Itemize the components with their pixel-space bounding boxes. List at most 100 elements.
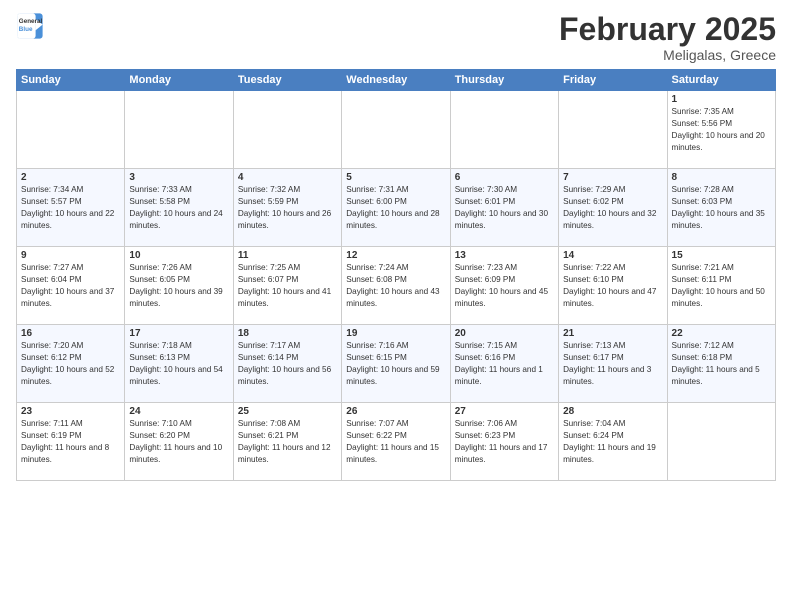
week-row-5: 23Sunrise: 7:11 AM Sunset: 6:19 PM Dayli…	[17, 403, 776, 481]
day-number: 19	[346, 328, 445, 339]
day-number: 15	[672, 250, 771, 261]
table-cell	[450, 91, 558, 169]
calendar-table: Sunday Monday Tuesday Wednesday Thursday…	[16, 69, 776, 481]
day-info: Sunrise: 7:30 AM Sunset: 6:01 PM Dayligh…	[455, 184, 554, 232]
day-info: Sunrise: 7:08 AM Sunset: 6:21 PM Dayligh…	[238, 418, 337, 466]
day-number: 18	[238, 328, 337, 339]
day-number: 20	[455, 328, 554, 339]
day-info: Sunrise: 7:24 AM Sunset: 6:08 PM Dayligh…	[346, 262, 445, 310]
table-cell: 19Sunrise: 7:16 AM Sunset: 6:15 PM Dayli…	[342, 325, 450, 403]
day-number: 16	[21, 328, 120, 339]
day-number: 4	[238, 172, 337, 183]
day-number: 1	[672, 94, 771, 105]
header: General Blue February 2025 Meligalas, Gr…	[16, 12, 776, 63]
day-info: Sunrise: 7:11 AM Sunset: 6:19 PM Dayligh…	[21, 418, 120, 466]
table-cell: 25Sunrise: 7:08 AM Sunset: 6:21 PM Dayli…	[233, 403, 341, 481]
day-info: Sunrise: 7:04 AM Sunset: 6:24 PM Dayligh…	[563, 418, 662, 466]
day-info: Sunrise: 7:35 AM Sunset: 5:56 PM Dayligh…	[672, 106, 771, 154]
calendar-container: General Blue February 2025 Meligalas, Gr…	[0, 0, 792, 489]
day-number: 17	[129, 328, 228, 339]
week-row-1: 1Sunrise: 7:35 AM Sunset: 5:56 PM Daylig…	[17, 91, 776, 169]
day-info: Sunrise: 7:34 AM Sunset: 5:57 PM Dayligh…	[21, 184, 120, 232]
day-number: 21	[563, 328, 662, 339]
table-cell: 21Sunrise: 7:13 AM Sunset: 6:17 PM Dayli…	[559, 325, 667, 403]
table-cell	[233, 91, 341, 169]
table-cell: 18Sunrise: 7:17 AM Sunset: 6:14 PM Dayli…	[233, 325, 341, 403]
table-cell: 26Sunrise: 7:07 AM Sunset: 6:22 PM Dayli…	[342, 403, 450, 481]
table-cell: 14Sunrise: 7:22 AM Sunset: 6:10 PM Dayli…	[559, 247, 667, 325]
day-info: Sunrise: 7:17 AM Sunset: 6:14 PM Dayligh…	[238, 340, 337, 388]
table-cell: 15Sunrise: 7:21 AM Sunset: 6:11 PM Dayli…	[667, 247, 775, 325]
day-number: 9	[21, 250, 120, 261]
day-number: 25	[238, 406, 337, 417]
col-tuesday: Tuesday	[233, 70, 341, 91]
table-cell: 8Sunrise: 7:28 AM Sunset: 6:03 PM Daylig…	[667, 169, 775, 247]
day-number: 8	[672, 172, 771, 183]
day-info: Sunrise: 7:06 AM Sunset: 6:23 PM Dayligh…	[455, 418, 554, 466]
svg-text:General: General	[19, 18, 43, 25]
table-cell	[125, 91, 233, 169]
day-info: Sunrise: 7:25 AM Sunset: 6:07 PM Dayligh…	[238, 262, 337, 310]
table-cell	[17, 91, 125, 169]
week-row-4: 16Sunrise: 7:20 AM Sunset: 6:12 PM Dayli…	[17, 325, 776, 403]
day-number: 13	[455, 250, 554, 261]
day-number: 14	[563, 250, 662, 261]
day-number: 28	[563, 406, 662, 417]
table-cell	[667, 403, 775, 481]
day-info: Sunrise: 7:18 AM Sunset: 6:13 PM Dayligh…	[129, 340, 228, 388]
day-info: Sunrise: 7:22 AM Sunset: 6:10 PM Dayligh…	[563, 262, 662, 310]
day-info: Sunrise: 7:21 AM Sunset: 6:11 PM Dayligh…	[672, 262, 771, 310]
table-cell: 16Sunrise: 7:20 AM Sunset: 6:12 PM Dayli…	[17, 325, 125, 403]
table-cell: 10Sunrise: 7:26 AM Sunset: 6:05 PM Dayli…	[125, 247, 233, 325]
table-cell: 22Sunrise: 7:12 AM Sunset: 6:18 PM Dayli…	[667, 325, 775, 403]
day-info: Sunrise: 7:12 AM Sunset: 6:18 PM Dayligh…	[672, 340, 771, 388]
table-cell: 2Sunrise: 7:34 AM Sunset: 5:57 PM Daylig…	[17, 169, 125, 247]
col-saturday: Saturday	[667, 70, 775, 91]
day-number: 23	[21, 406, 120, 417]
col-wednesday: Wednesday	[342, 70, 450, 91]
day-info: Sunrise: 7:07 AM Sunset: 6:22 PM Dayligh…	[346, 418, 445, 466]
title-block: February 2025 Meligalas, Greece	[559, 12, 776, 63]
day-info: Sunrise: 7:33 AM Sunset: 5:58 PM Dayligh…	[129, 184, 228, 232]
week-row-2: 2Sunrise: 7:34 AM Sunset: 5:57 PM Daylig…	[17, 169, 776, 247]
logo-icon: General Blue	[16, 12, 44, 40]
table-cell: 6Sunrise: 7:30 AM Sunset: 6:01 PM Daylig…	[450, 169, 558, 247]
day-number: 3	[129, 172, 228, 183]
table-cell: 1Sunrise: 7:35 AM Sunset: 5:56 PM Daylig…	[667, 91, 775, 169]
table-cell: 5Sunrise: 7:31 AM Sunset: 6:00 PM Daylig…	[342, 169, 450, 247]
day-number: 11	[238, 250, 337, 261]
day-number: 12	[346, 250, 445, 261]
col-sunday: Sunday	[17, 70, 125, 91]
day-info: Sunrise: 7:29 AM Sunset: 6:02 PM Dayligh…	[563, 184, 662, 232]
location: Meligalas, Greece	[559, 47, 776, 63]
day-number: 26	[346, 406, 445, 417]
svg-text:Blue: Blue	[19, 26, 33, 33]
month-title: February 2025	[559, 12, 776, 47]
week-row-3: 9Sunrise: 7:27 AM Sunset: 6:04 PM Daylig…	[17, 247, 776, 325]
table-cell: 28Sunrise: 7:04 AM Sunset: 6:24 PM Dayli…	[559, 403, 667, 481]
table-cell: 13Sunrise: 7:23 AM Sunset: 6:09 PM Dayli…	[450, 247, 558, 325]
day-number: 6	[455, 172, 554, 183]
day-info: Sunrise: 7:27 AM Sunset: 6:04 PM Dayligh…	[21, 262, 120, 310]
day-info: Sunrise: 7:31 AM Sunset: 6:00 PM Dayligh…	[346, 184, 445, 232]
table-cell: 3Sunrise: 7:33 AM Sunset: 5:58 PM Daylig…	[125, 169, 233, 247]
col-monday: Monday	[125, 70, 233, 91]
table-cell: 27Sunrise: 7:06 AM Sunset: 6:23 PM Dayli…	[450, 403, 558, 481]
day-info: Sunrise: 7:23 AM Sunset: 6:09 PM Dayligh…	[455, 262, 554, 310]
day-number: 24	[129, 406, 228, 417]
logo: General Blue	[16, 12, 48, 40]
day-info: Sunrise: 7:32 AM Sunset: 5:59 PM Dayligh…	[238, 184, 337, 232]
table-cell: 24Sunrise: 7:10 AM Sunset: 6:20 PM Dayli…	[125, 403, 233, 481]
table-cell: 7Sunrise: 7:29 AM Sunset: 6:02 PM Daylig…	[559, 169, 667, 247]
day-number: 7	[563, 172, 662, 183]
table-cell: 4Sunrise: 7:32 AM Sunset: 5:59 PM Daylig…	[233, 169, 341, 247]
day-info: Sunrise: 7:16 AM Sunset: 6:15 PM Dayligh…	[346, 340, 445, 388]
day-number: 22	[672, 328, 771, 339]
col-friday: Friday	[559, 70, 667, 91]
table-cell: 23Sunrise: 7:11 AM Sunset: 6:19 PM Dayli…	[17, 403, 125, 481]
day-info: Sunrise: 7:26 AM Sunset: 6:05 PM Dayligh…	[129, 262, 228, 310]
col-thursday: Thursday	[450, 70, 558, 91]
table-cell	[342, 91, 450, 169]
day-number: 27	[455, 406, 554, 417]
day-info: Sunrise: 7:13 AM Sunset: 6:17 PM Dayligh…	[563, 340, 662, 388]
